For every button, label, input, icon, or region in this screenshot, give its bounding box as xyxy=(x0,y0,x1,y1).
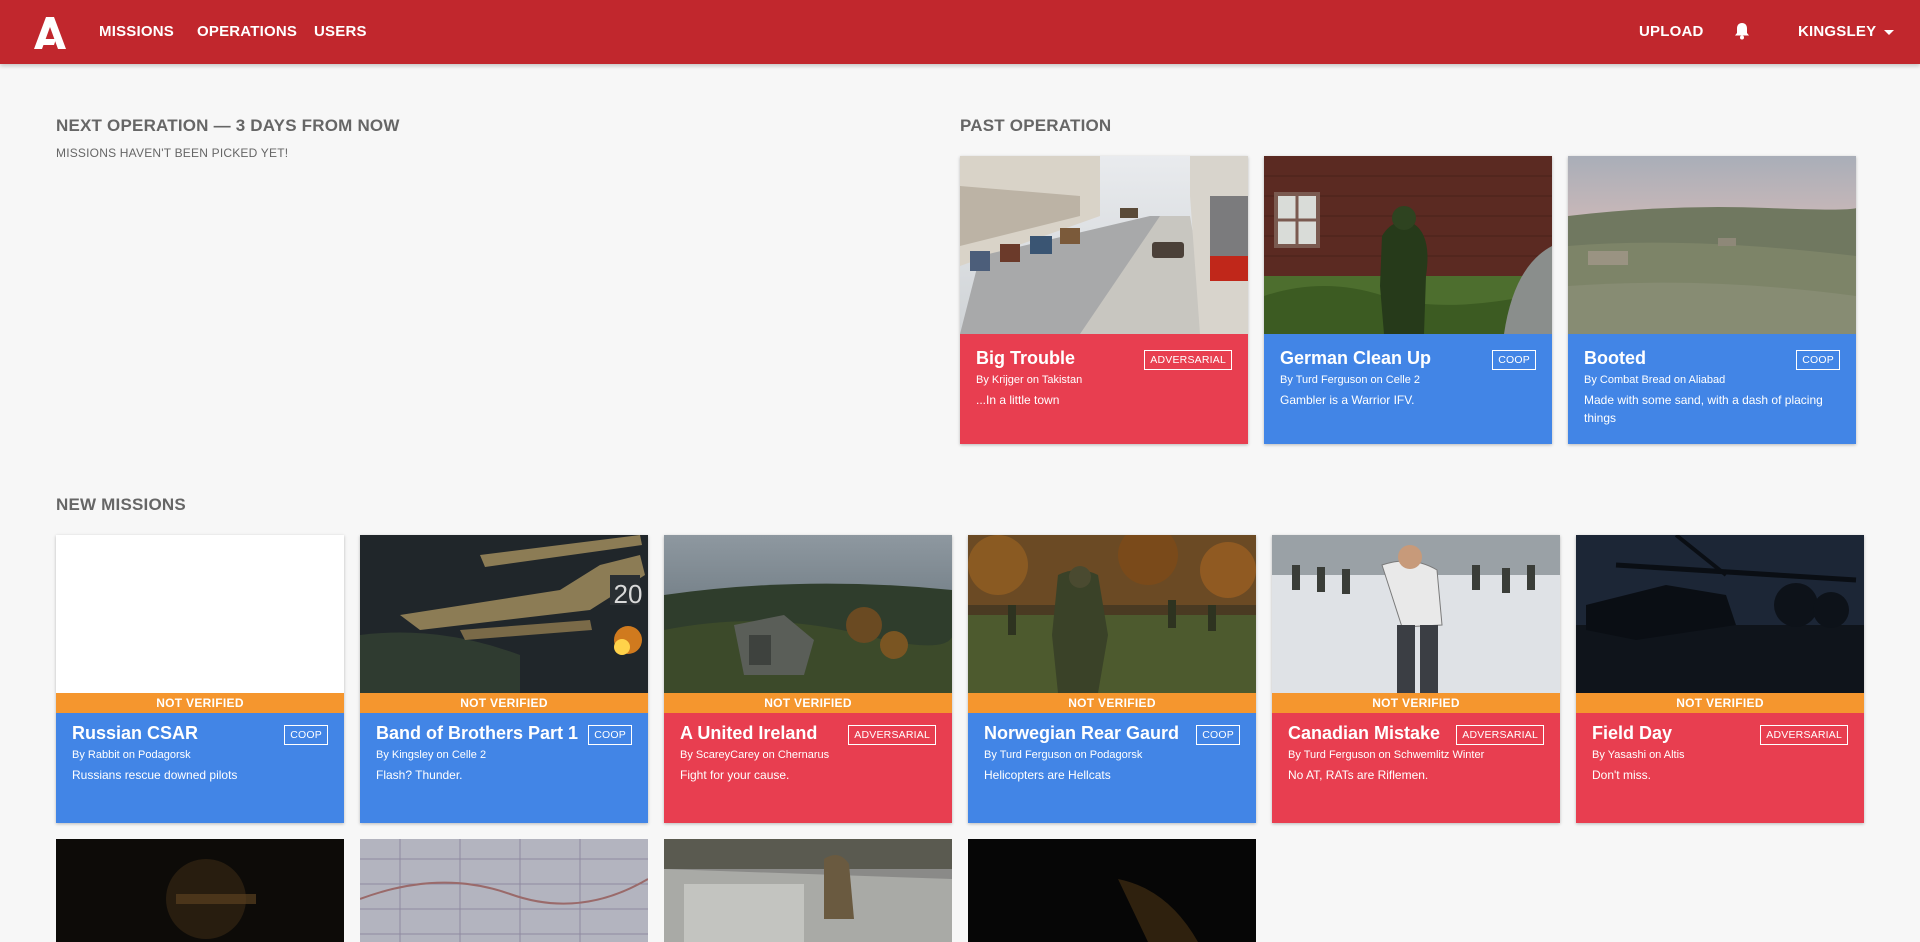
mission-author: By Kingsley on Celle 2 xyxy=(376,749,487,761)
mission-card-body: A United Ireland ADVERSARIAL By ScareyCa… xyxy=(664,713,952,823)
nav-users[interactable]: USERS xyxy=(314,0,367,64)
mission-description: Helicopters are Hellcats xyxy=(984,768,1111,782)
logo-icon[interactable] xyxy=(32,15,68,51)
bell-icon[interactable] xyxy=(1734,22,1750,40)
mission-description: Russians rescue downed pilots xyxy=(72,768,238,782)
mission-description: Fight for your cause. xyxy=(680,768,790,782)
mission-thumbnail xyxy=(56,535,344,693)
next-operation-title: NEXT OPERATION — 3 DAYS FROM NOW xyxy=(56,116,400,135)
mission-title[interactable]: Canadian Mistake xyxy=(1288,723,1440,744)
mission-type-badge: ADVERSARIAL xyxy=(1144,350,1232,370)
user-menu[interactable]: KINGSLEY xyxy=(1798,0,1895,64)
mission-description: No AT, RATs are Riflemen. xyxy=(1288,768,1429,782)
not-verified-banner: NOT VERIFIED xyxy=(56,693,344,713)
mission-card-body: Big Trouble ADVERSARIAL By Krijger on Ta… xyxy=(960,334,1248,444)
not-verified-banner: NOT VERIFIED xyxy=(1272,693,1560,713)
mission-card[interactable]: NOT VERIFIED Norwegian Rear Gaurd COOP B… xyxy=(968,535,1256,823)
mission-author: By Turd Ferguson on Podagorsk xyxy=(984,749,1143,761)
nav-operations[interactable]: OPERATIONS xyxy=(197,0,297,64)
mission-card-body: Norwegian Rear Gaurd COOP By Turd Fergus… xyxy=(968,713,1256,823)
top-navbar: MISSIONS OPERATIONS USERS UPLOAD KINGSLE… xyxy=(0,0,1920,64)
svg-text:20: 20 xyxy=(614,579,643,609)
mission-card[interactable]: NOT VERIFIED Field Day ADVERSARIAL By Ya… xyxy=(1576,535,1864,823)
past-operation-title: PAST OPERATION xyxy=(960,116,1112,135)
mission-type-badge: ADVERSARIAL xyxy=(848,725,936,745)
mission-author: By Yasashi on Altis xyxy=(1592,749,1685,761)
not-verified-banner: NOT VERIFIED xyxy=(968,693,1256,713)
mission-thumbnail xyxy=(1272,535,1560,693)
user-name: KINGSLEY xyxy=(1798,23,1877,40)
mission-thumbnail xyxy=(968,839,1256,942)
mission-description: Gambler is a Warrior IFV. xyxy=(1280,393,1415,407)
mission-type-badge: COOP xyxy=(284,725,328,745)
mission-description: Made with some sand, with a dash of plac… xyxy=(1584,393,1823,425)
mission-card-body: Russian CSAR COOP By Rabbit on Podagorsk… xyxy=(56,713,344,823)
mission-thumbnail xyxy=(664,535,952,693)
not-verified-banner: NOT VERIFIED xyxy=(360,693,648,713)
mission-thumbnail xyxy=(664,839,952,942)
mission-description: Don't miss. xyxy=(1592,768,1651,782)
nav-missions[interactable]: MISSIONS xyxy=(99,0,174,64)
mission-card[interactable]: German Clean Up COOP By Turd Ferguson on… xyxy=(1264,156,1552,444)
mission-card-body: Canadian Mistake ADVERSARIAL By Turd Fer… xyxy=(1272,713,1560,823)
mission-card[interactable] xyxy=(56,839,344,942)
not-verified-banner: NOT VERIFIED xyxy=(1576,693,1864,713)
mission-thumbnail xyxy=(56,839,344,942)
mission-type-badge: ADVERSARIAL xyxy=(1456,725,1544,745)
mission-title[interactable]: Booted xyxy=(1584,348,1646,369)
mission-type-badge: COOP xyxy=(1492,350,1536,370)
mission-card[interactable]: NOT VERIFIED A United Ireland ADVERSARIA… xyxy=(664,535,952,823)
mission-type-badge: COOP xyxy=(1196,725,1240,745)
chevron-down-icon xyxy=(1884,29,1895,35)
mission-type-badge: COOP xyxy=(588,725,632,745)
nav-upload[interactable]: UPLOAD xyxy=(1639,0,1704,64)
mission-author: By ScareyCarey on Chernarus xyxy=(680,749,830,761)
mission-card-body: Booted COOP By Combat Bread on Aliabad M… xyxy=(1568,334,1856,444)
mission-card[interactable]: NOT VERIFIED Russian CSAR COOP By Rabbit… xyxy=(56,535,344,823)
mission-thumbnail xyxy=(968,535,1256,693)
mission-type-badge: COOP xyxy=(1796,350,1840,370)
mission-description: ...In a little town xyxy=(976,393,1060,407)
mission-author: By Turd Ferguson on Celle 2 xyxy=(1280,374,1421,386)
mission-thumbnail xyxy=(1576,535,1864,693)
mission-title[interactable]: Big Trouble xyxy=(976,348,1075,369)
mission-card[interactable] xyxy=(360,839,648,942)
mission-thumbnail xyxy=(1568,156,1856,334)
mission-author: By Krijger on Takistan xyxy=(976,374,1083,386)
mission-card-body: Field Day ADVERSARIAL By Yasashi on Alti… xyxy=(1576,713,1864,823)
mission-card[interactable]: 20 NOT VERIFIED Band of Brothers Part 1 … xyxy=(360,535,648,823)
mission-author: By Turd Ferguson on Schwemlitz Winter xyxy=(1288,749,1485,761)
mission-thumbnail xyxy=(1264,156,1552,334)
mission-thumbnail xyxy=(960,156,1248,334)
mission-card-body: German Clean Up COOP By Turd Ferguson on… xyxy=(1264,334,1552,444)
mission-thumbnail xyxy=(360,839,648,942)
mission-type-badge: ADVERSARIAL xyxy=(1760,725,1848,745)
mission-title[interactable]: Norwegian Rear Gaurd xyxy=(984,723,1179,744)
mission-title[interactable]: A United Ireland xyxy=(680,723,817,744)
mission-card[interactable]: Booted COOP By Combat Bread on Aliabad M… xyxy=(1568,156,1856,444)
mission-card[interactable] xyxy=(968,839,1256,942)
mission-title[interactable]: Field Day xyxy=(1592,723,1672,744)
mission-thumbnail: 20 xyxy=(360,535,648,693)
mission-title[interactable]: Russian CSAR xyxy=(72,723,198,744)
mission-title[interactable]: German Clean Up xyxy=(1280,348,1431,369)
mission-card[interactable]: NOT VERIFIED Canadian Mistake ADVERSARIA… xyxy=(1272,535,1560,823)
mission-author: By Combat Bread on Aliabad xyxy=(1584,374,1726,386)
new-missions-title: NEW MISSIONS xyxy=(56,495,186,514)
mission-card[interactable]: Big Trouble ADVERSARIAL By Krijger on Ta… xyxy=(960,156,1248,444)
mission-title[interactable]: Band of Brothers Part 1 xyxy=(376,723,578,744)
mission-card-body: Band of Brothers Part 1 COOP By Kingsley… xyxy=(360,713,648,823)
not-verified-banner: NOT VERIFIED xyxy=(664,693,952,713)
mission-author: By Rabbit on Podagorsk xyxy=(72,749,191,761)
mission-description: Flash? Thunder. xyxy=(376,768,463,782)
next-operation-subtitle: MISSIONS HAVEN'T BEEN PICKED YET! xyxy=(56,146,289,160)
mission-card[interactable] xyxy=(664,839,952,942)
